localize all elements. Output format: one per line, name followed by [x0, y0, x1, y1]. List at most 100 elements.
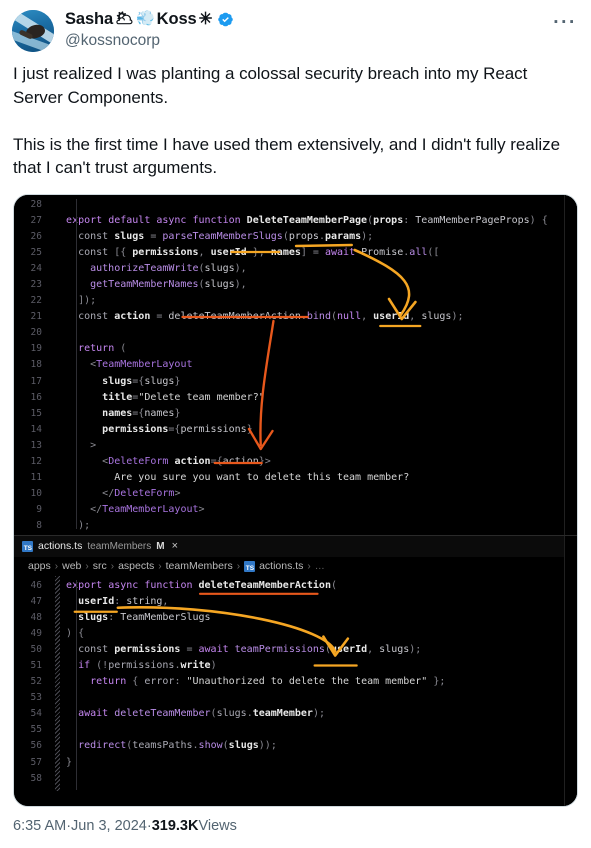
code-line: 57 }	[14, 755, 577, 771]
breadcrumb-separator-icon: ›	[158, 560, 162, 572]
display-name-first: Sasha	[65, 10, 114, 28]
breadcrumb-part[interactable]: src	[93, 560, 107, 572]
code-scrollbar-top[interactable]	[564, 194, 577, 535]
line-number: 9	[36, 504, 42, 516]
line-number: 10	[30, 488, 42, 500]
code-line: 9 </TeamMemberLayout>	[14, 502, 577, 518]
post-text: I just realized I was planting a colossa…	[13, 64, 561, 177]
breadcrumb-separator-icon: ›	[307, 560, 311, 572]
code-text: const [{ permissions, userId }, names] =…	[78, 246, 440, 258]
code-line: 48 slugs: TeamMemberSlugs	[14, 610, 577, 626]
tab-filename[interactable]: actions.ts	[38, 540, 82, 552]
line-number: 18	[30, 359, 42, 371]
post-header: Sasha 🌥 💨 Koss ✳ @kossnocorp ···	[0, 0, 591, 58]
display-name[interactable]: Sasha 🌥 💨 Koss ✳	[65, 9, 234, 29]
line-number: 15	[30, 407, 42, 419]
code-text: slugs={slugs}	[102, 375, 181, 387]
line-number: 50	[30, 643, 42, 655]
line-number: 8	[36, 520, 42, 532]
line-number: 57	[30, 756, 42, 768]
code-line: 26 const slugs = parseTeamMemberSlugs(pr…	[14, 229, 577, 245]
code-line: 12 <DeleteForm action={action}>	[14, 454, 577, 470]
code-text: export default async function DeleteTeam…	[66, 214, 548, 226]
line-number: 19	[30, 343, 42, 355]
code-text: permissions={permissions}	[102, 423, 253, 435]
line-number: 52	[30, 676, 42, 688]
line-number: 48	[30, 611, 42, 623]
breadcrumb-part[interactable]: apps	[28, 560, 51, 572]
code-line: 10 </DeleteForm>	[14, 486, 577, 502]
code-text: return { error: "Unauthorized to delete …	[90, 676, 446, 688]
code-text: await deleteTeamMember(slugs.teamMember)…	[78, 708, 325, 720]
breadcrumb-part[interactable]: web	[62, 560, 81, 572]
code-text: export async function deleteTeamMemberAc…	[66, 579, 337, 591]
code-line: 15 names={names}	[14, 406, 577, 422]
code-scrollbar-bottom[interactable]	[564, 535, 577, 806]
code-line: 17 slugs={slugs}	[14, 374, 577, 390]
code-line: 14 permissions={permissions}	[14, 422, 577, 438]
breadcrumb[interactable]: apps › web › src › aspects › teamMembers › TS actio…	[14, 556, 577, 576]
code-text: const permissions = await teamPermission…	[78, 643, 422, 655]
line-number: 49	[30, 627, 42, 639]
display-name-last: Koss	[156, 10, 197, 28]
code-line: 54 await deleteTeamMember(slugs.teamMemb…	[14, 706, 577, 722]
close-icon[interactable]: ×	[172, 540, 178, 552]
breadcrumb-ellipsis[interactable]: …	[315, 561, 325, 572]
cloud-emoji: 🌥	[115, 10, 135, 27]
breadcrumb-separator-icon: ›	[54, 560, 59, 572]
avatar[interactable]	[12, 10, 54, 52]
code-line: 18 <TeamMemberLayout	[14, 357, 577, 373]
code-pane-bottom: TS actions.ts teamMembers M × apps › web › s…	[14, 534, 577, 806]
code-screenshot-card[interactable]: 28 27 export default async function Delet…	[13, 193, 578, 807]
code-line: 23 getTeamMemberNames(slugs),	[14, 277, 577, 293]
verified-badge-icon	[217, 11, 234, 28]
line-number: 22	[30, 295, 42, 307]
code-text: Are you sure you want to delete this tea…	[54, 472, 410, 484]
breadcrumb-separator-icon: ›	[85, 560, 89, 572]
typescript-file-icon: TS	[22, 540, 33, 552]
code-line: 21 const action = deleteTeamMemberAction…	[14, 309, 577, 325]
line-number: 46	[30, 579, 42, 591]
code-line: 47 userId: string,	[14, 594, 577, 610]
breadcrumb-separator-icon: ›	[110, 560, 115, 572]
code-text: <DeleteForm action={action}>	[102, 456, 271, 467]
code-lines-top: 28 27 export default async function Delet…	[14, 195, 577, 535]
breadcrumb-file[interactable]: actions.ts	[259, 560, 303, 572]
breadcrumb-part[interactable]: aspects	[118, 560, 154, 572]
code-line: 52 return { error: "Unauthorized to dele…	[14, 674, 577, 690]
code-text: }	[54, 756, 73, 768]
line-number: 55	[30, 724, 42, 736]
code-line: 24 authorizeTeamWrite(slugs),	[14, 261, 577, 277]
breadcrumb-part[interactable]: teamMembers	[166, 560, 233, 572]
code-line: 11 Are you sure you want to delete this …	[14, 470, 577, 486]
code-line: 20	[14, 325, 577, 341]
line-number: 12	[30, 456, 42, 467]
line-number: 14	[30, 423, 42, 435]
code-text: <TeamMemberLayout	[90, 359, 193, 371]
wind-emoji: 💨	[136, 10, 155, 27]
code-text: );	[54, 520, 91, 532]
author-name-block: Sasha 🌥 💨 Koss ✳ @kossnocorp	[65, 8, 234, 51]
line-number: 51	[30, 659, 42, 671]
code-text: >	[90, 439, 97, 451]
line-number: 53	[30, 692, 42, 704]
author-handle[interactable]: @kossnocorp	[65, 31, 234, 51]
post-footer: 6:35 AM · Jun 3, 2024 · 319.3K Views	[0, 807, 591, 834]
modified-gutter-indicator	[55, 575, 60, 791]
code-pane-top: 28 27 export default async function Delet…	[14, 194, 577, 535]
code-text: </TeamMemberLayout>	[90, 504, 205, 516]
code-line: 58	[14, 771, 577, 787]
code-line: 50 const permissions = await teamPermiss…	[14, 642, 577, 658]
code-line: 13 >	[14, 438, 577, 454]
indent-guide	[76, 198, 77, 529]
code-text: names={names}	[102, 407, 181, 419]
more-options-icon[interactable]: ···	[553, 8, 577, 32]
indent-guide	[76, 579, 77, 790]
line-number: 24	[30, 262, 42, 274]
code-line: 22 ]);	[14, 293, 577, 309]
tab-modified-badge: M	[156, 540, 165, 552]
